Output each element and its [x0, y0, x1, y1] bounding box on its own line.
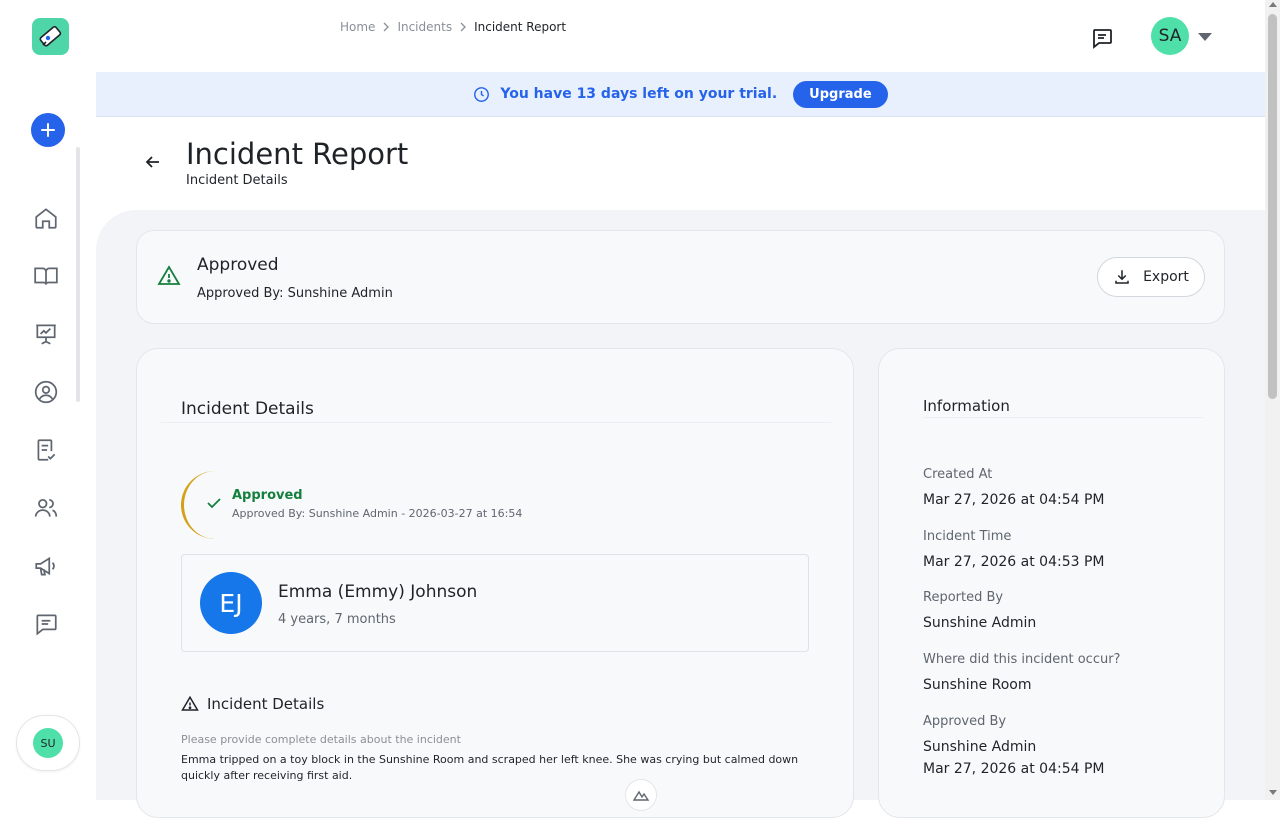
presentation-icon [36, 324, 56, 345]
child-name: Emma (Emmy) Johnson [278, 582, 478, 602]
upgrade-button[interactable]: Upgrade [793, 80, 888, 108]
approval-meta: Approved By: Sunshine Admin - 2026-03-27… [232, 507, 523, 520]
message-icon [36, 614, 57, 636]
sidebar: SU [0, 0, 96, 800]
nav-profile[interactable] [31, 377, 61, 407]
child-age: 4 years, 7 months [278, 612, 396, 627]
answer-text: Emma tripped on a toy block in the Sunsh… [181, 753, 799, 782]
info-value-approved-at: Mar 27, 2026 at 04:54 PM [923, 761, 1105, 777]
account-avatar[interactable]: SA [1151, 17, 1189, 55]
add-button[interactable] [31, 113, 65, 147]
status-approved-by: Approved By: Sunshine Admin [197, 286, 393, 301]
info-value-created-at: Mar 27, 2026 at 04:54 PM [923, 492, 1105, 508]
info-label-reported-by: Reported By [923, 590, 1004, 605]
profile-icon [34, 380, 58, 404]
app-logo[interactable] [32, 18, 69, 55]
nav-users[interactable] [31, 493, 61, 523]
nav-checklist[interactable] [31, 435, 61, 465]
info-value-reported-by: Sunshine Admin [923, 615, 1037, 631]
check-icon [206, 495, 222, 515]
info-label-location: Where did this incident occur? [923, 652, 1121, 667]
page-header: Incident Report Incident Details [96, 117, 1265, 212]
user-avatar: SU [33, 728, 63, 758]
book-icon [34, 267, 58, 285]
info-value-incident-time: Mar 27, 2026 at 04:53 PM [923, 554, 1105, 570]
information-card: Information Created At Mar 27, 2026 at 0… [878, 348, 1225, 818]
incident-details-card: Incident Details Approved Approved By: S… [136, 348, 854, 818]
arrow-left-icon [145, 156, 159, 168]
info-label-created-at: Created At [923, 467, 993, 482]
details-card-title: Incident Details [181, 399, 314, 419]
chat-button[interactable] [1090, 26, 1114, 50]
export-button[interactable]: Export [1097, 257, 1205, 297]
chat-icon [1093, 29, 1112, 49]
info-label-incident-time: Incident Time [923, 529, 1012, 544]
nav-presentation[interactable] [31, 319, 61, 349]
child-card[interactable]: EJ Emma (Emmy) Johnson 4 years, 7 months [181, 554, 809, 652]
page-scrollbar[interactable] [1265, 0, 1280, 800]
back-button[interactable] [144, 153, 162, 175]
trial-message: You have 13 days left on your trial. [500, 86, 778, 102]
breadcrumb-incidents[interactable]: Incidents [397, 20, 452, 34]
clock-icon [474, 86, 490, 102]
warning-icon [157, 264, 181, 292]
chevron-down-icon[interactable] [1198, 33, 1212, 41]
question-label: Please provide complete details about th… [181, 733, 461, 746]
pencil-logo-icon [39, 25, 61, 46]
download-icon [1115, 270, 1129, 284]
page-title: Incident Report [186, 137, 409, 171]
approval-status: Approved [232, 488, 303, 503]
info-value-approved-by: Sunshine Admin [923, 739, 1037, 755]
scroll-down-arrow-icon[interactable] [1269, 790, 1277, 795]
content-area: Approved Approved By: Sunshine Admin Exp… [96, 210, 1265, 818]
warning-icon [181, 695, 199, 717]
chevron-right-icon [383, 22, 390, 32]
info-label-approved-by: Approved By [923, 714, 1007, 729]
megaphone-icon [35, 556, 55, 576]
status-card: Approved Approved By: Sunshine Admin Exp… [136, 230, 1225, 324]
page-subtitle: Incident Details [186, 173, 288, 188]
users-icon [34, 499, 58, 517]
nav-messages[interactable] [31, 609, 61, 639]
sidebar-scrollbar[interactable] [76, 147, 80, 402]
divider [923, 417, 1203, 418]
mountain-icon [633, 790, 649, 801]
nav-learning[interactable] [31, 261, 61, 291]
trial-banner: You have 13 days left on your trial. Upg… [96, 72, 1265, 117]
breadcrumb-home[interactable]: Home [340, 20, 375, 34]
breadcrumb: Home Incidents Incident Report [340, 20, 566, 34]
nav-announcements[interactable] [31, 551, 61, 581]
floating-action-button[interactable] [625, 779, 657, 811]
nav-home[interactable] [31, 203, 61, 233]
approval-entry: Approved Approved By: Sunshine Admin - 2… [181, 471, 581, 539]
plus-icon [41, 123, 55, 137]
section-title: Incident Details [207, 695, 325, 713]
status-title: Approved [197, 255, 279, 275]
info-value-location: Sunshine Room [923, 677, 1032, 693]
divider [161, 422, 831, 423]
home-icon [35, 208, 57, 229]
top-bar: Home Incidents Incident Report SA [96, 0, 1266, 72]
export-label: Export [1143, 269, 1189, 285]
child-avatar: EJ [200, 572, 262, 634]
user-menu[interactable]: SU [16, 715, 80, 771]
breadcrumb-current: Incident Report [474, 20, 567, 34]
info-title: Information [923, 397, 1010, 415]
scroll-up-arrow-icon[interactable] [1269, 2, 1277, 7]
checklist-icon [37, 439, 56, 461]
chevron-right-icon [460, 22, 466, 32]
scrollbar-thumb[interactable] [1268, 14, 1277, 399]
